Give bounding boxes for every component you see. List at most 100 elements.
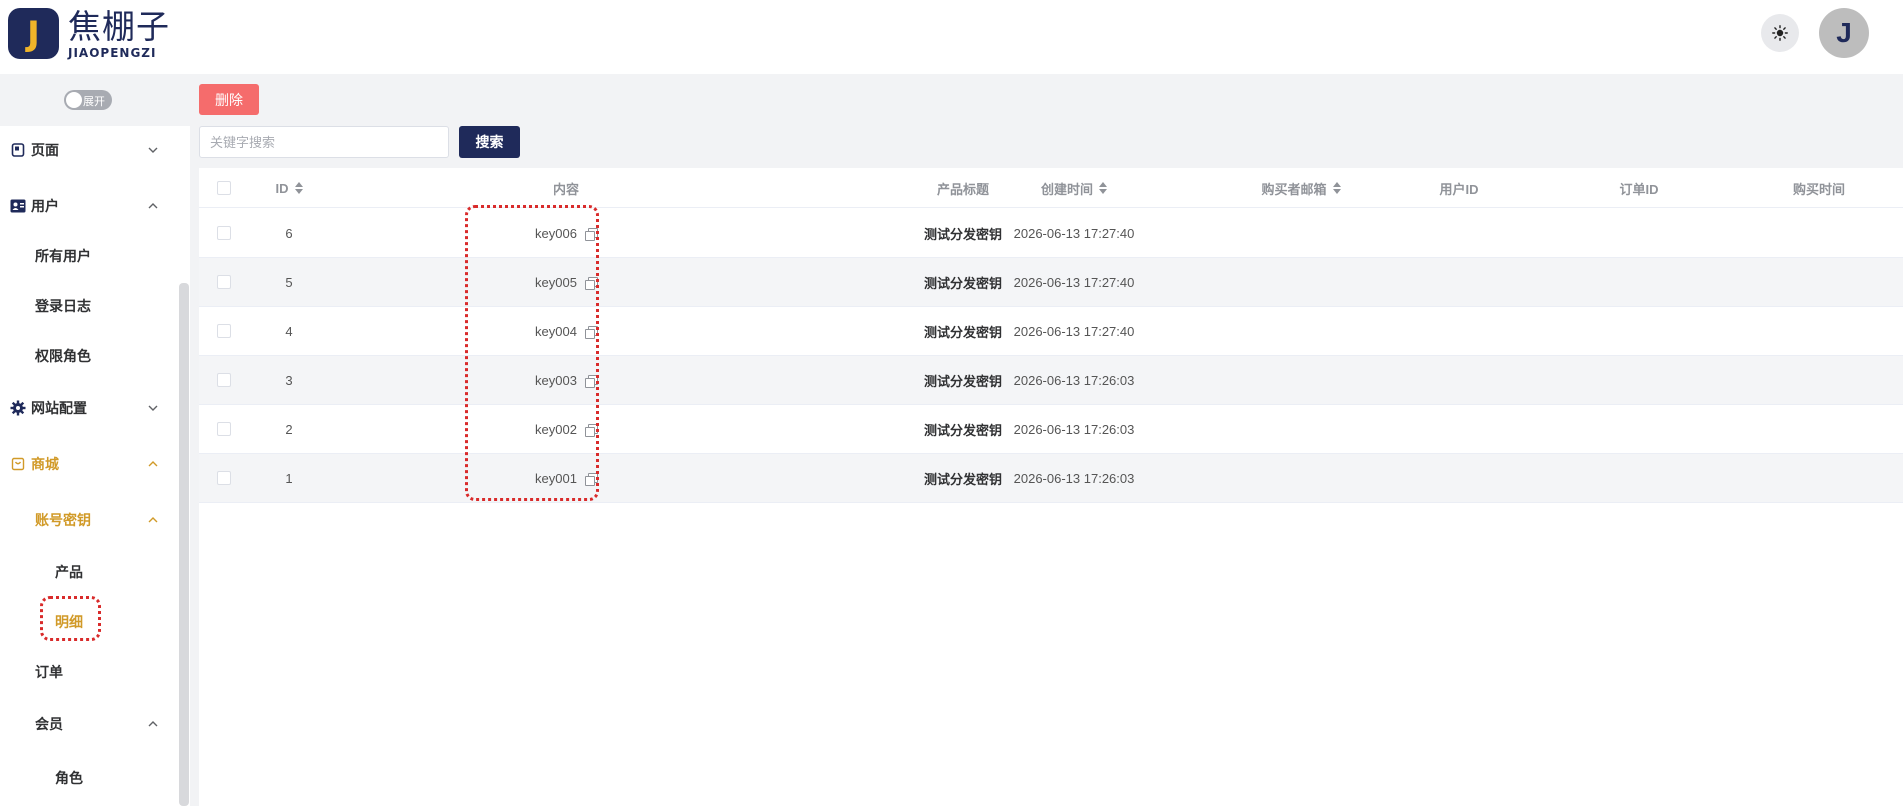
logo-subtext: JIAOPENGZI [68, 46, 157, 60]
avatar[interactable]: J [1819, 8, 1869, 58]
row-checkbox[interactable] [217, 226, 231, 240]
row-checkbox[interactable] [217, 422, 231, 436]
toggle-label: 展开 [83, 96, 105, 108]
cell-content: key002 [491, 405, 641, 454]
column-header-label: 创建时间 [1040, 181, 1093, 197]
shop-icon [10, 456, 26, 472]
cell-id: 5 [285, 275, 293, 290]
sidebar-item-all-users[interactable]: 所有用户 [0, 236, 178, 276]
cell-purchase-time [1759, 258, 1879, 307]
column-header-created-time[interactable]: 创建时间 [969, 168, 1179, 208]
search-button[interactable]: 搜索 [459, 126, 520, 158]
sidebar-item-label: 订单 [35, 664, 63, 680]
sidebar-item-login-log[interactable]: 登录日志 [0, 286, 178, 326]
sidebar: 展开 页面 用户 所有用户 登录日志 权限角色 网站配置 商城 账号密钥 产品 … [0, 74, 190, 806]
copy-icon[interactable] [584, 227, 598, 241]
cell-order-id [1579, 356, 1699, 405]
cell-created-time: 2026-06-13 17:27:40 [1013, 226, 1135, 241]
theme-toggle-button[interactable] [1761, 14, 1799, 52]
cell-purchase-time [1759, 454, 1879, 503]
cell-created-time: 2026-06-13 17:26:03 [1013, 471, 1135, 486]
sidebar-item-products[interactable]: 产品 [0, 552, 178, 592]
sidebar-item-label: 账号密钥 [35, 512, 91, 528]
sidebar-item-member-roles[interactable]: 角色 [0, 758, 178, 798]
column-header-label: 订单ID [1619, 181, 1659, 197]
cell-content: key004 [491, 307, 641, 356]
cell-user-id [1399, 307, 1519, 356]
sidebar-item-orders[interactable]: 订单 [0, 652, 178, 692]
cell-user-id [1399, 454, 1519, 503]
row-checkbox[interactable] [217, 275, 231, 289]
expand-toggle[interactable]: 展开 [64, 90, 112, 110]
cell-purchase-time [1759, 405, 1879, 454]
copy-icon[interactable] [584, 276, 598, 290]
sidebar-item-label: 登录日志 [35, 298, 91, 314]
row-checkbox[interactable] [217, 471, 231, 485]
table-row[interactable]: 1 key001 测试分发密钥 2026-06-13 17:26:03 [199, 454, 1903, 503]
table-row[interactable]: 6 key006 测试分发密钥 2026-06-13 17:27:40 [199, 209, 1903, 258]
cell-buyer-email [1211, 307, 1391, 356]
sort-icon[interactable] [1332, 182, 1341, 194]
table-row[interactable]: 5 key005 测试分发密钥 2026-06-13 17:27:40 [199, 258, 1903, 307]
sidebar-item-users[interactable]: 用户 [0, 186, 178, 226]
chevron-up-icon [148, 461, 158, 467]
sidebar-scrollbar[interactable] [179, 283, 189, 806]
column-header-order-id: 订单ID [1579, 168, 1699, 208]
sidebar-item-label: 权限角色 [35, 348, 91, 364]
sidebar-item-label: 页面 [31, 142, 59, 158]
cell-buyer-email [1211, 356, 1391, 405]
cell-purchase-time [1759, 356, 1879, 405]
row-checkbox[interactable] [217, 324, 231, 338]
column-header-buyer-email[interactable]: 购买者邮箱 [1211, 168, 1391, 208]
key-text: key001 [535, 471, 577, 486]
copy-icon[interactable] [584, 325, 598, 339]
sidebar-item-account-keys[interactable]: 账号密钥 [0, 500, 178, 540]
sidebar-item-page[interactable]: 页面 [0, 130, 178, 170]
select-all-checkbox[interactable] [217, 181, 231, 195]
column-header-label: 用户ID [1439, 181, 1479, 197]
column-header-user-id: 用户ID [1399, 168, 1519, 208]
sidebar-item-details[interactable]: 明细 [0, 602, 178, 642]
cell-id: 1 [285, 471, 293, 486]
cell-user-id [1399, 258, 1519, 307]
table-row[interactable]: 2 key002 测试分发密钥 2026-06-13 17:26:03 [199, 405, 1903, 454]
column-header-label: 购买者邮箱 [1261, 181, 1327, 197]
chevron-down-icon [148, 147, 158, 153]
cell-created-time: 2026-06-13 17:26:03 [1013, 373, 1135, 388]
sidebar-item-shop[interactable]: 商城 [0, 444, 178, 484]
sidebar-item-label: 角色 [55, 770, 83, 786]
sort-icon[interactable] [294, 182, 303, 194]
cell-purchase-time [1759, 209, 1879, 258]
sort-icon[interactable] [1099, 182, 1107, 194]
sidebar-item-label: 产品 [55, 564, 83, 580]
cell-created-time: 2026-06-13 17:26:03 [1013, 422, 1135, 437]
sidebar-item-site-config[interactable]: 网站配置 [0, 388, 178, 428]
copy-icon[interactable] [584, 423, 598, 437]
cell-content: key001 [491, 454, 641, 503]
logo-text: 焦棚子 [68, 7, 170, 46]
key-text: key003 [535, 373, 577, 388]
cell-order-id [1579, 405, 1699, 454]
sidebar-item-label: 会员 [35, 716, 63, 732]
column-header-id[interactable]: ID [259, 168, 319, 208]
gear-icon [10, 400, 26, 416]
copy-icon[interactable] [584, 374, 598, 388]
cell-id: 3 [285, 373, 293, 388]
row-checkbox[interactable] [217, 373, 231, 387]
sidebar-item-label: 商城 [31, 456, 59, 472]
cell-content: key005 [491, 258, 641, 307]
chevron-down-icon [148, 405, 158, 411]
table-row[interactable]: 4 key004 测试分发密钥 2026-06-13 17:27:40 [199, 307, 1903, 356]
cell-user-id [1399, 356, 1519, 405]
sidebar-item-members[interactable]: 会员 [0, 704, 178, 744]
table-row[interactable]: 3 key003 测试分发密钥 2026-06-13 17:26:03 [199, 356, 1903, 405]
sidebar-item-label: 网站配置 [31, 400, 87, 416]
chevron-up-icon [148, 721, 158, 727]
page-icon [10, 142, 26, 158]
copy-icon[interactable] [584, 472, 598, 486]
cell-buyer-email [1211, 454, 1391, 503]
delete-button[interactable]: 删除 [199, 84, 259, 115]
cell-content: key003 [491, 356, 641, 405]
sidebar-item-roles[interactable]: 权限角色 [0, 336, 178, 376]
search-input[interactable] [199, 126, 449, 158]
